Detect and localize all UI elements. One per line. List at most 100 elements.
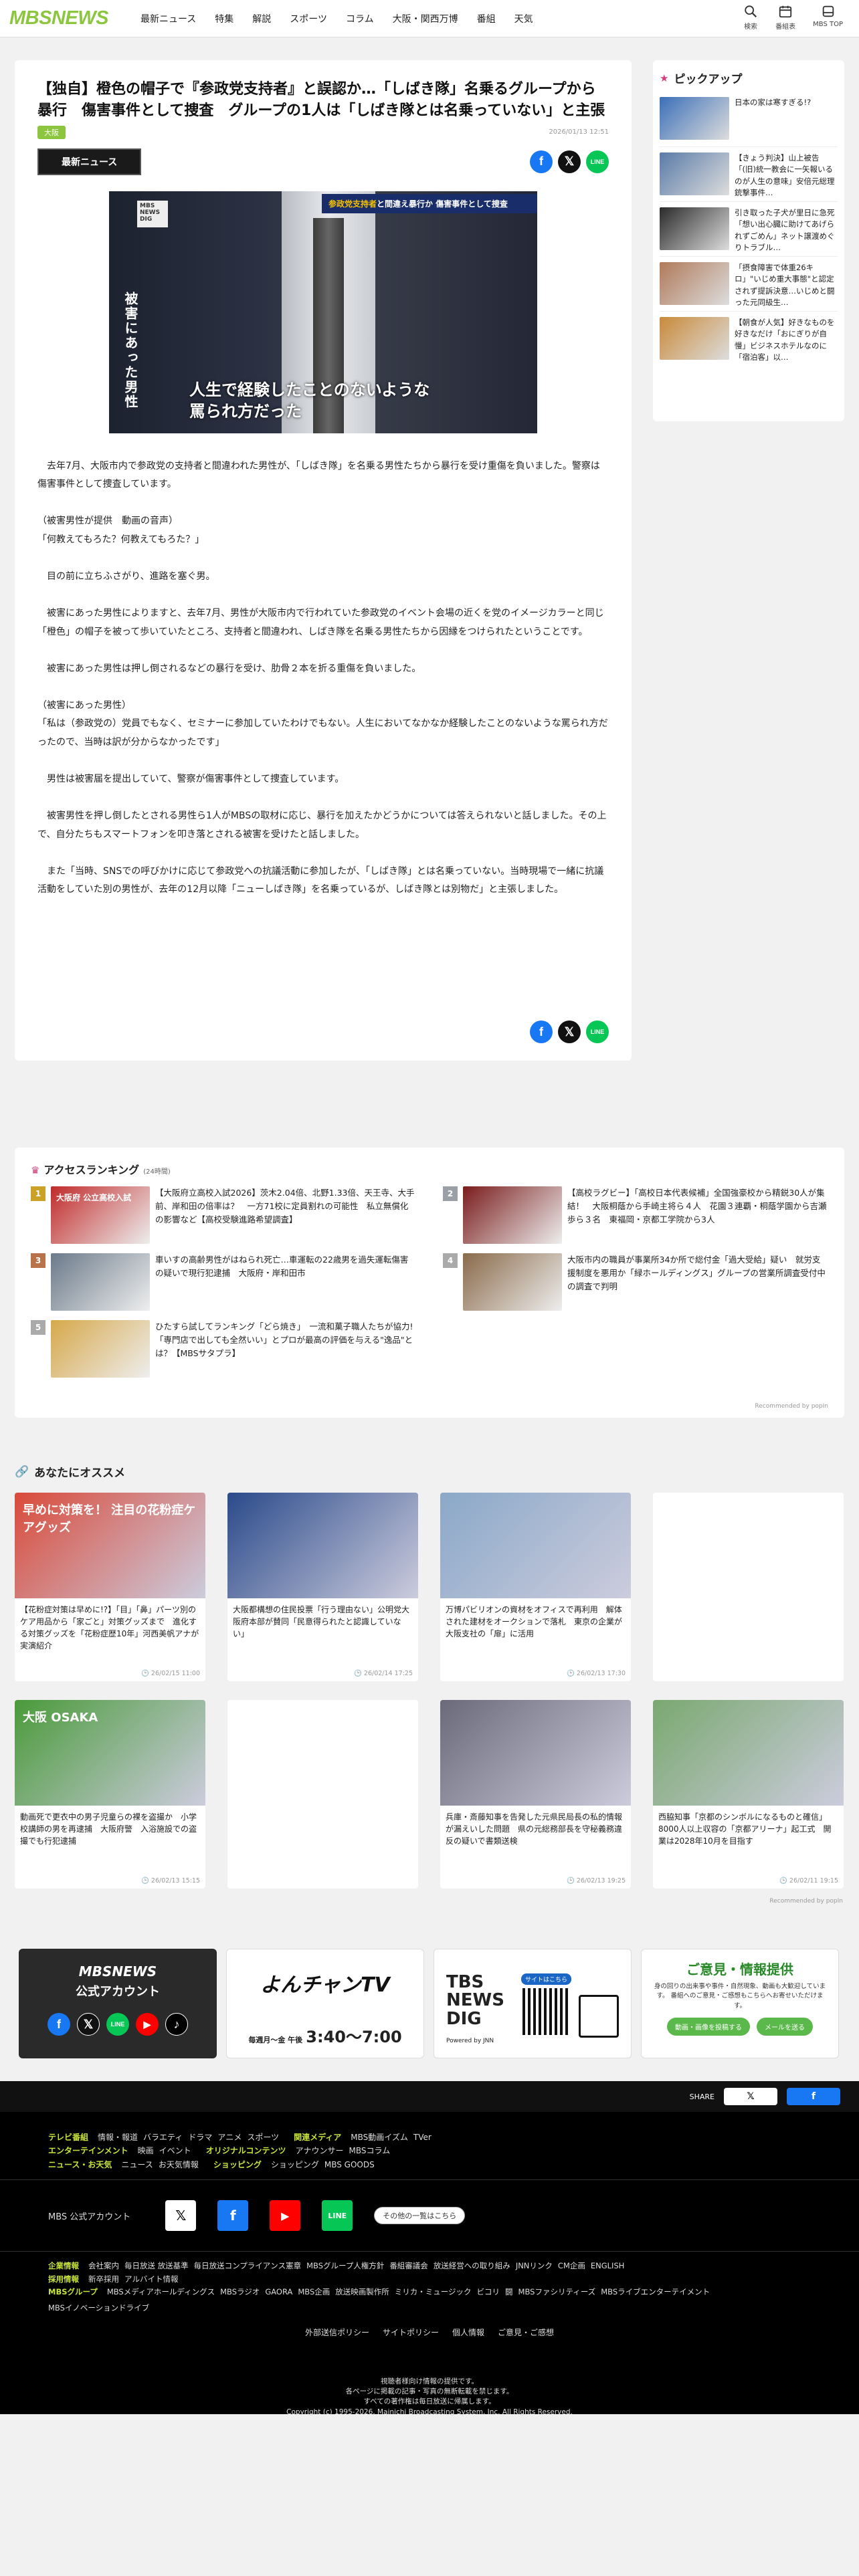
line-icon[interactable]: LINE bbox=[586, 150, 609, 173]
footer-link[interactable]: 番組審議会 bbox=[389, 2260, 428, 2273]
footer-link[interactable]: JNNリンク bbox=[516, 2260, 553, 2273]
footer-link[interactable]: MBSファシリティーズ bbox=[518, 2286, 596, 2299]
ranking-item[interactable]: 5 ひたすら試してランキング「どら焼き」 一流和菓子職人たちが協力!「専門店で出し… bbox=[31, 1320, 416, 1378]
pickup-item[interactable]: 日本の家は寒すぎる!? bbox=[660, 92, 838, 146]
footer-category-head[interactable]: 企業情報 bbox=[48, 2260, 79, 2273]
more-accounts-link[interactable]: その他の一覧はこちら bbox=[374, 2207, 466, 2225]
feedback-banner[interactable]: ご意見・情報提供 身の回りの出来事や事件・自然現象、動画も大歓迎しています。 番… bbox=[641, 1949, 839, 2058]
footer-link[interactable]: ビコリ bbox=[477, 2286, 500, 2299]
footer-link[interactable]: CM企画 bbox=[558, 2260, 585, 2273]
x-share-button[interactable]: 𝕏 bbox=[724, 2088, 777, 2105]
footer-link[interactable]: 会社案内 bbox=[88, 2260, 119, 2273]
recommend-card[interactable]: 大阪 OSAKA 動画死で更衣中の男子児童らの裸を盗撮か 小学校講師の男を再逮捕 … bbox=[15, 1700, 205, 1889]
ranking-item[interactable]: 3 車いすの高齢男性がはねられ死亡…車運転の22歳男を過失運転傷害の疑いで現行犯逮… bbox=[31, 1253, 416, 1311]
youtube-icon[interactable]: ▶ bbox=[136, 2013, 159, 2036]
facebook-icon[interactable]: f bbox=[530, 1021, 553, 1043]
yon-channel-banner[interactable]: よんチャンTV 毎週月～金 午後 3:40〜7:00 bbox=[226, 1949, 424, 2058]
footer-link[interactable]: MBS企画 bbox=[298, 2286, 330, 2299]
footer-link[interactable]: 情報・報道 bbox=[98, 2131, 138, 2144]
x-icon[interactable]: 𝕏 bbox=[165, 2200, 197, 2232]
footer-link[interactable]: お天気情報 bbox=[159, 2158, 199, 2171]
site-logo[interactable]: MBSNEWS bbox=[9, 7, 108, 29]
nav-item[interactable]: 最新ニュース bbox=[131, 12, 205, 25]
footer-policy-link[interactable]: ご意見・ご感想 bbox=[498, 2328, 554, 2337]
footer-link[interactable]: 放送経営への取り組み bbox=[434, 2260, 510, 2273]
footer-link[interactable]: MBSラジオ bbox=[220, 2286, 260, 2299]
schedule-button[interactable]: 番組表 bbox=[775, 4, 795, 31]
nav-item[interactable]: スポーツ bbox=[280, 12, 337, 25]
mbs-top-button[interactable]: MBS TOP bbox=[813, 4, 843, 31]
tiktok-icon[interactable]: ♪ bbox=[165, 2013, 188, 2036]
footer-link[interactable]: アナウンサー bbox=[295, 2144, 343, 2157]
search-button[interactable]: 検索 bbox=[743, 4, 758, 31]
footer-category-head[interactable]: テレビ番組 bbox=[48, 2131, 88, 2144]
facebook-icon[interactable]: f bbox=[47, 2013, 70, 2036]
footer-link[interactable]: ニュース bbox=[121, 2158, 153, 2171]
footer-link[interactable]: TVer bbox=[413, 2131, 432, 2144]
pickup-item[interactable]: 「摂食障害で体重26キロ」"いじめ重大事態"と認定されず提訴決意…いじめと闘った… bbox=[660, 256, 838, 311]
footer-link[interactable]: バラエティ bbox=[143, 2131, 183, 2144]
nav-item[interactable]: 大阪・関西万博 bbox=[383, 12, 468, 25]
footer-link[interactable]: ミリカ・ミュージック bbox=[395, 2286, 472, 2299]
nav-item[interactable]: 特集 bbox=[205, 12, 243, 25]
footer-link[interactable]: MBSメディアホールディングス bbox=[107, 2286, 215, 2299]
ranking-item[interactable]: 4 大阪市内の職員が事業所34か所で総付金「過大受給」疑い 就労支援制度を悪用か「… bbox=[443, 1253, 828, 1311]
footer-category-head[interactable]: エンターテインメント bbox=[48, 2144, 128, 2157]
footer-link[interactable]: イベント bbox=[159, 2144, 191, 2157]
footer-link[interactable]: アルバイト情報 bbox=[124, 2273, 179, 2286]
line-icon[interactable]: LINE bbox=[586, 1021, 609, 1043]
x-icon[interactable]: 𝕏 bbox=[558, 150, 581, 173]
facebook-icon[interactable]: f bbox=[530, 150, 553, 173]
ranking-item[interactable]: 2 【高校ラグビー】「高校日本代表候補」全国強豪校から精鋭30人が集結！ 大阪桐蔭… bbox=[443, 1186, 828, 1244]
video-player[interactable]: MBS NEWS DIG 被害にあった男性 参政党支持者と間違え暴行か 傷害事件… bbox=[109, 191, 537, 433]
nav-item[interactable]: 番組 bbox=[468, 12, 505, 25]
footer-link[interactable]: MBS動画イズム bbox=[351, 2131, 408, 2144]
footer-category-head[interactable]: MBSグループ bbox=[48, 2286, 98, 2299]
tbs-news-dig-banner[interactable]: TBS NEWS DIG Powered by JNN サイトはこちら bbox=[434, 1949, 632, 2058]
send-mail-button[interactable]: メールを送る bbox=[757, 2017, 813, 2036]
nav-item[interactable]: コラム bbox=[337, 12, 383, 25]
recommend-credit[interactable]: Recommended by popIn bbox=[769, 1898, 843, 1905]
footer-link[interactable]: 闘 bbox=[505, 2286, 513, 2299]
post-video-button[interactable]: 動画・画像を投稿する bbox=[667, 2017, 750, 2036]
recommend-card[interactable]: 大阪都構想の住民投票「行う理由ない」公明党大阪府本部が賛同「民意得られたと認識し… bbox=[227, 1493, 418, 1681]
facebook-icon[interactable]: f bbox=[217, 2200, 249, 2232]
footer-link[interactable]: MBSコラム bbox=[349, 2144, 390, 2157]
footer-link[interactable]: スポーツ bbox=[247, 2131, 279, 2144]
footer-link[interactable]: 新卒採用 bbox=[88, 2273, 119, 2286]
footer-category-head[interactable]: ニュース・お天気 bbox=[48, 2158, 112, 2171]
region-tag[interactable]: 大阪 bbox=[37, 125, 66, 139]
footer-category-head[interactable]: 採用情報 bbox=[48, 2273, 79, 2286]
footer-link[interactable]: ENGLISH bbox=[591, 2260, 625, 2273]
nav-item[interactable]: 天気 bbox=[505, 12, 543, 25]
youtube-icon[interactable]: ▶ bbox=[270, 2200, 301, 2232]
x-icon[interactable]: 𝕏 bbox=[77, 2013, 100, 2036]
mbs-official-account-banner[interactable]: MBSNEWS 公式アカウント f 𝕏 LINE ▶ ♪ bbox=[19, 1949, 217, 2058]
pickup-item[interactable]: 【きょう判決】山上被告「(旧)統一教会に一矢報いるのが人生の意味」安倍元総理銃撃… bbox=[660, 146, 838, 201]
x-icon[interactable]: 𝕏 bbox=[558, 1021, 581, 1043]
pickup-item[interactable]: 【朝食が人気】好きなものを好きなだけ「おにぎりが自慢」ビジネスホテルなのに「宿泊… bbox=[660, 311, 838, 366]
footer-category-head[interactable]: 関連メディア bbox=[294, 2131, 341, 2144]
footer-policy-link[interactable]: サイトポリシー bbox=[383, 2328, 439, 2337]
footer-link[interactable]: アニメ bbox=[217, 2131, 242, 2144]
footer-link[interactable]: MBSグループ人権方針 bbox=[306, 2260, 384, 2273]
footer-link[interactable]: 映画 bbox=[138, 2144, 154, 2157]
footer-link[interactable]: ショッピング bbox=[271, 2158, 319, 2171]
footer-category-head[interactable]: ショッピング bbox=[213, 2158, 262, 2171]
ranking-item[interactable]: 1 大阪府 公立高校入試 【大阪府立高校入試2026】茨木2.04倍、北野1.33倍… bbox=[31, 1186, 416, 1244]
recommend-card[interactable]: 西脇知事「京都のシンボルになるものと確信」 8000人以上収容の「京都アリーナ」… bbox=[653, 1700, 844, 1889]
footer-category-head[interactable]: オリジナルコンテンツ bbox=[206, 2144, 286, 2157]
footer-link[interactable]: 毎日放送コンプライアンス憲章 bbox=[194, 2260, 301, 2273]
pickup-item[interactable]: 引き取った子犬が里日に急死「想い出心臓に助けてあげられずごめん」ネット譲渡めぐり… bbox=[660, 201, 838, 256]
footer-link[interactable]: MBSライブエンターテイメント bbox=[601, 2286, 710, 2299]
nav-item[interactable]: 解説 bbox=[243, 12, 280, 25]
footer-link[interactable]: ドラマ bbox=[188, 2131, 212, 2144]
footer-link[interactable]: 毎日放送 放送基準 bbox=[124, 2260, 189, 2273]
line-icon[interactable]: LINE bbox=[106, 2013, 129, 2036]
footer-link[interactable]: MBS GOODS bbox=[324, 2158, 375, 2171]
program-badge[interactable]: 最新ニュース bbox=[37, 148, 142, 175]
footer-link[interactable]: 放送映画製作所 bbox=[335, 2286, 389, 2299]
footer-link[interactable]: GAORA bbox=[265, 2286, 292, 2299]
line-icon[interactable]: LINE bbox=[322, 2200, 353, 2232]
footer-policy-link[interactable]: 個人情報 bbox=[452, 2328, 484, 2337]
